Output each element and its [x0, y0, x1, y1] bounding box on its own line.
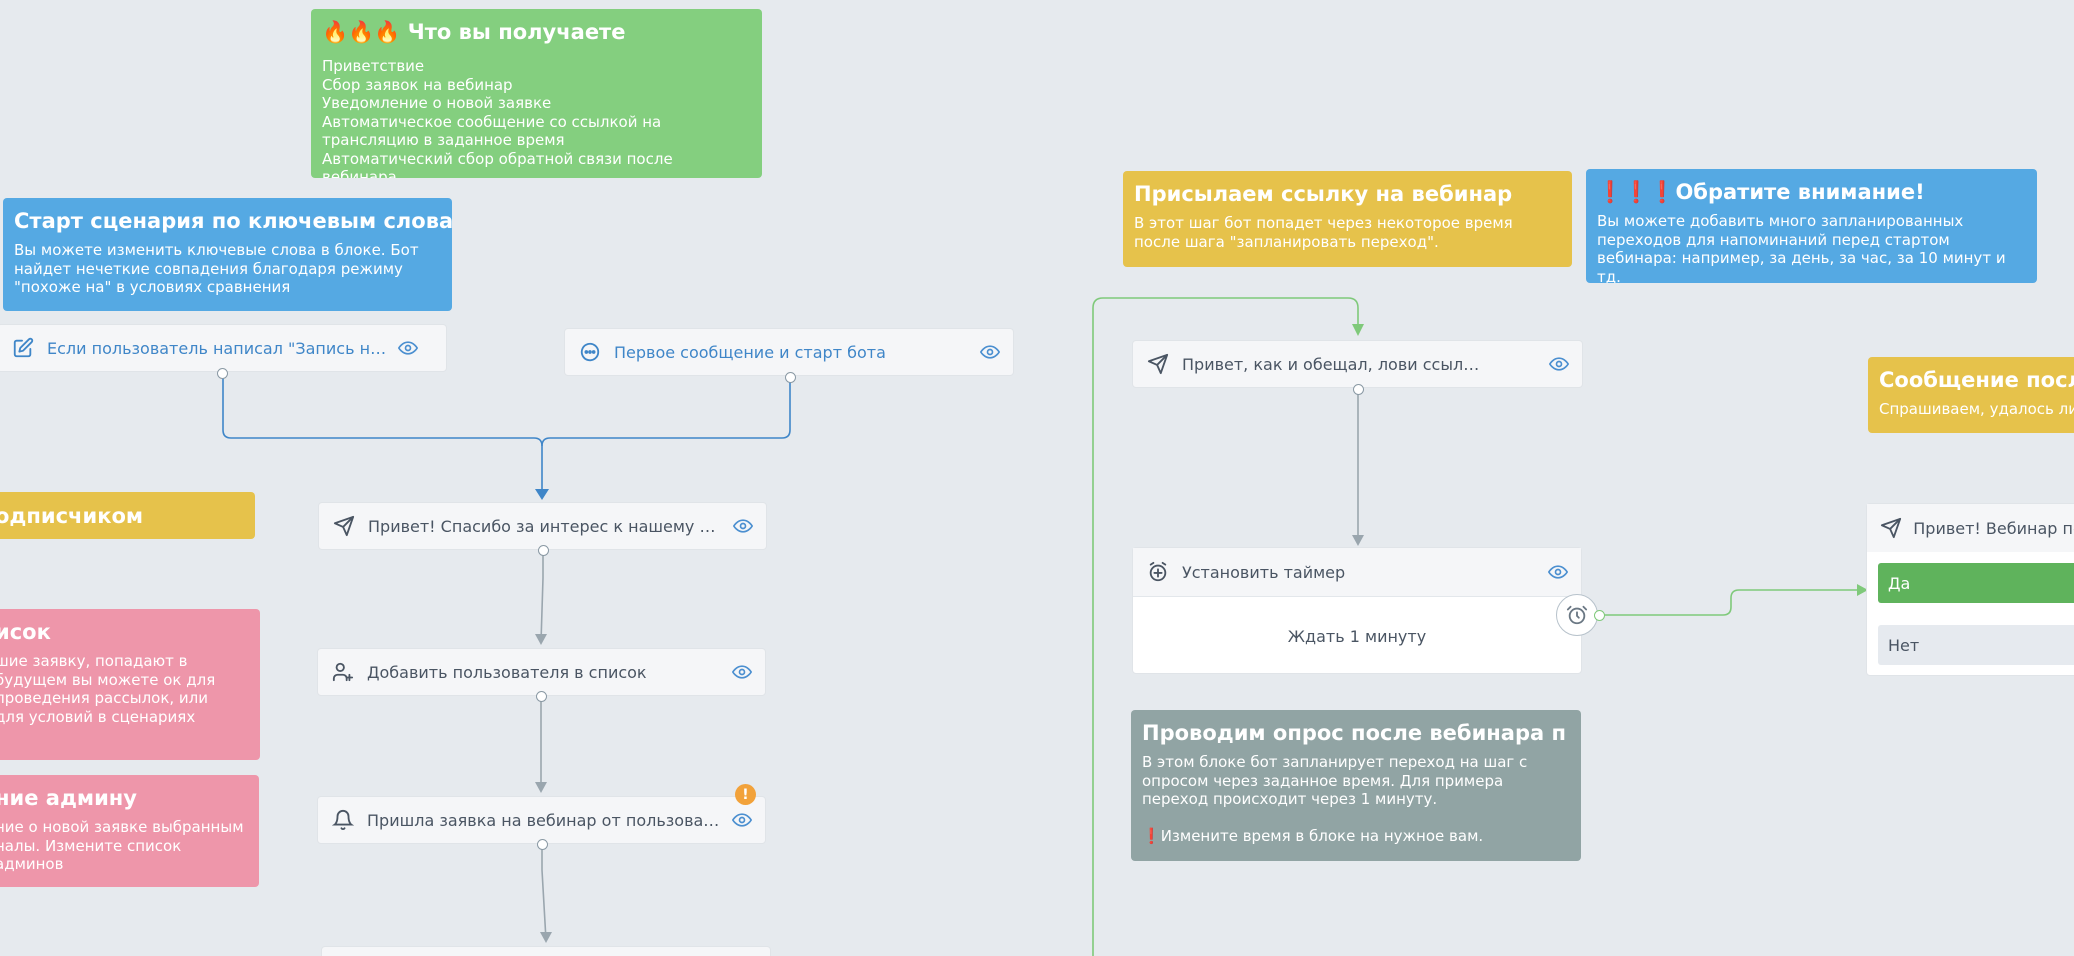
- note-admin-text: ние о новой заявке выбранным налы. Измен…: [0, 818, 244, 873]
- note-attention-title: Обратите внимание!: [1675, 180, 1925, 204]
- note-survey-emoji: ❗: [1142, 826, 1161, 845]
- output-port[interactable]: [538, 545, 549, 556]
- next-node[interactable]: [321, 946, 771, 956]
- note-list-text: шие заявку, попадают в будущем вы можете…: [0, 652, 216, 726]
- timer-label: Установить таймер: [1182, 562, 1346, 582]
- note-benefits[interactable]: 🔥🔥🔥 Что вы получаете Приветствие Сбор за…: [311, 9, 762, 178]
- note-subscriber-title: одписчиком: [0, 504, 144, 528]
- benefit-line: Автоматическое сообщение со ссылкой на т…: [322, 112, 662, 150]
- wire-timer-to-question: [1600, 589, 1866, 616]
- note-list[interactable]: исок шие заявку, попадают в будущем вы м…: [0, 609, 260, 760]
- benefit-line: Приветствие: [322, 57, 425, 75]
- output-port[interactable]: [1353, 384, 1364, 395]
- wire-greeting-to-add: [540, 551, 544, 643]
- timer-body: Ждать 1 минуту: [1287, 626, 1427, 646]
- trigger-keyword-label: Если пользователь написал "Запись на веб…: [47, 338, 387, 358]
- output-port[interactable]: [536, 691, 547, 702]
- add-user-label: Добавить пользователя в список: [367, 662, 647, 682]
- wire-start-to-greeting: [541, 378, 791, 447]
- output-port[interactable]: [537, 839, 548, 850]
- eye-icon[interactable]: [731, 661, 753, 683]
- benefit-line: Уведомление о новой заявке: [322, 94, 552, 112]
- output-port[interactable]: [1594, 610, 1605, 621]
- timer-icon: [1145, 559, 1171, 585]
- note-keyword-start-title: Старт сценария по ключевым словам: [14, 209, 452, 233]
- alarm-clock-icon[interactable]: [1556, 594, 1598, 636]
- arrow-link-msg: [1352, 324, 1364, 336]
- arrow-down: [540, 932, 552, 943]
- send-icon: [1145, 351, 1171, 377]
- eye-icon[interactable]: [731, 809, 753, 831]
- arrow-greeting: [535, 489, 549, 500]
- question-node[interactable]: Привет! Вебинар пол Да Нет: [1866, 503, 2074, 676]
- arrow-add: [535, 634, 547, 645]
- note-attention-text: Вы можете добавить много запланированных…: [1597, 212, 2006, 283]
- note-benefits-title: 🔥🔥🔥 Что вы получаете: [322, 20, 626, 44]
- user-plus-icon: [330, 659, 356, 685]
- trigger-start-label: Первое сообщение и старт бота: [614, 342, 886, 362]
- timer-node[interactable]: Установить таймер Ждать 1 минуту: [1132, 547, 1582, 674]
- option-no-button[interactable]: Нет: [1878, 625, 2074, 665]
- notify-label: Пришла заявка на вебинар от пользователя…: [367, 810, 721, 830]
- warning-badge[interactable]: !: [735, 784, 756, 805]
- note-admin-title: ние админу: [0, 786, 137, 810]
- note-send-link[interactable]: Присылаем ссылку на вебинар В этот шаг б…: [1123, 171, 1572, 267]
- note-survey-title: Проводим опрос после вебинара п: [1142, 721, 1566, 745]
- output-port[interactable]: [785, 372, 796, 383]
- note-after-message-text: Спрашиваем, удалось ли: [1879, 400, 2074, 418]
- trigger-keyword-node[interactable]: Если пользователь написал "Запись на веб…: [0, 324, 447, 372]
- eye-icon[interactable]: [1547, 565, 1569, 579]
- note-survey-tip: Измените время в блоке на нужное вам.: [1160, 826, 1484, 845]
- arrow-notify: [535, 782, 547, 793]
- note-admin[interactable]: ние админу ние о новой заявке выбранным …: [0, 775, 259, 887]
- note-send-link-text: В этот шаг бот попадет через некоторое в…: [1134, 214, 1513, 251]
- link-message-label: Привет, как и обещал, лови ссылку на веб…: [1182, 354, 1487, 374]
- greeting-label: Привет! Спасибо за интерес к нашему курс…: [368, 516, 722, 536]
- note-after-message-title: Сообщение после: [1879, 368, 2074, 392]
- output-port[interactable]: [217, 368, 228, 379]
- edit-icon: [10, 335, 36, 361]
- notify-node[interactable]: Пришла заявка на вебинар от пользователя…: [317, 796, 766, 844]
- link-message-node[interactable]: Привет, как и обещал, лови ссылку на веб…: [1132, 340, 1583, 388]
- question-label: Привет! Вебинар пол: [1913, 518, 2074, 538]
- wire-keyword-to-greeting: [222, 374, 543, 498]
- note-after-message[interactable]: Сообщение после Спрашиваем, удалось ли: [1868, 357, 2074, 433]
- send-icon: [1879, 515, 1902, 541]
- send-icon: [331, 513, 357, 539]
- note-keyword-start-text: Вы можете изменить ключевые слова в блок…: [14, 241, 419, 296]
- chat-icon: [577, 339, 603, 365]
- note-survey-text: В этом блоке бот запланирует переход на …: [1142, 753, 1528, 808]
- eye-icon[interactable]: [1548, 353, 1570, 375]
- note-survey[interactable]: Проводим опрос после вебинара п В этом б…: [1131, 710, 1581, 861]
- bell-icon: [330, 807, 356, 833]
- benefit-line: Автоматический сбор обратной связи после…: [322, 149, 673, 179]
- note-list-title: исок: [0, 620, 51, 644]
- note-attention[interactable]: ❗❗❗Обратите внимание! Вы можете добавить…: [1586, 169, 2037, 283]
- arrow-timer: [1352, 535, 1364, 546]
- trigger-start-node[interactable]: Первое сообщение и старт бота: [564, 328, 1014, 376]
- eye-icon[interactable]: [979, 341, 1001, 363]
- greeting-node[interactable]: Привет! Спасибо за интерес к нашему курс…: [318, 502, 767, 550]
- add-user-node[interactable]: Добавить пользователя в список: [317, 648, 766, 696]
- note-subscriber[interactable]: одписчиком: [0, 492, 255, 539]
- wire-notify-down: [541, 845, 547, 941]
- eye-icon[interactable]: [732, 515, 754, 537]
- benefit-line: Сбор заявок на вебинар: [322, 75, 513, 94]
- option-yes-button[interactable]: Да: [1878, 563, 2074, 603]
- eye-icon[interactable]: [397, 337, 419, 359]
- note-keyword-start[interactable]: Старт сценария по ключевым словам Вы мож…: [3, 198, 452, 311]
- flow-canvas[interactable]: 🔥🔥🔥 Что вы получаете Приветствие Сбор за…: [0, 0, 2074, 956]
- note-send-link-title: Присылаем ссылку на вебинар: [1134, 182, 1513, 206]
- note-attention-emoji: ❗❗❗: [1597, 180, 1676, 204]
